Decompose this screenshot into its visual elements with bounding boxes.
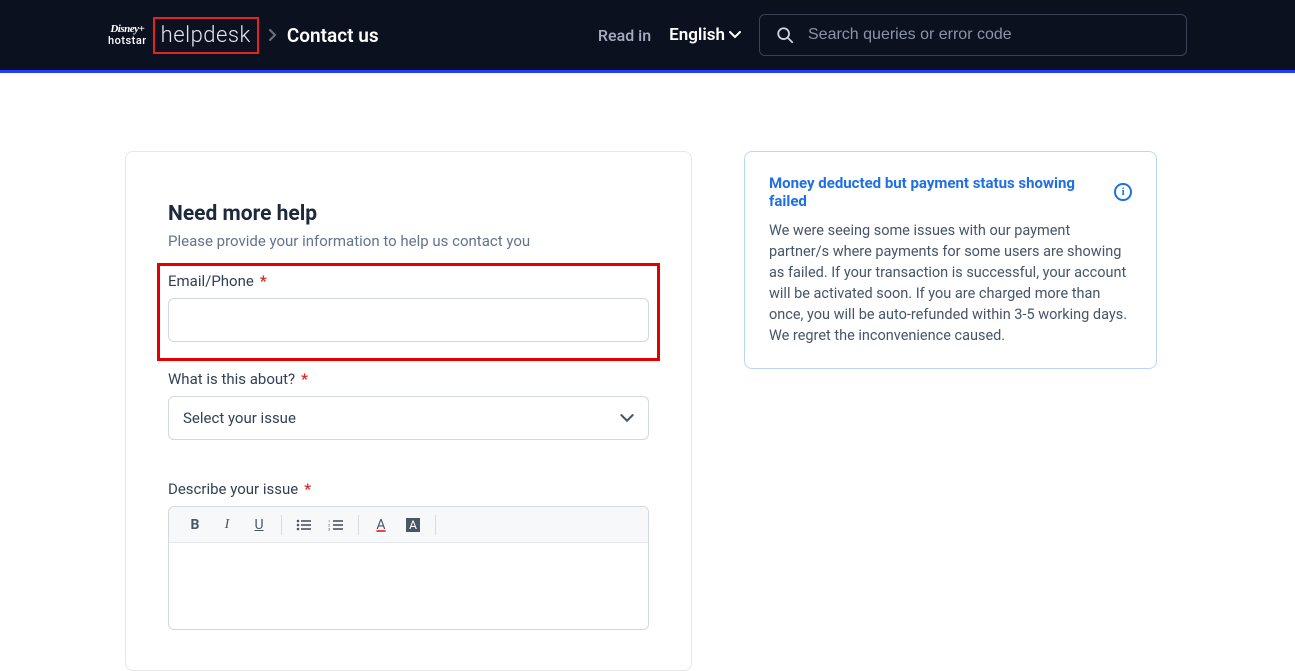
search-input[interactable]: [808, 26, 1170, 44]
form-subtitle: Please provide your information to help …: [168, 232, 649, 250]
underline-button[interactable]: U: [243, 512, 275, 538]
describe-field-block: Describe your issue* B I U 123 A: [168, 480, 649, 630]
helpdesk-label[interactable]: helpdesk: [153, 17, 259, 54]
breadcrumb-current: Contact us: [287, 24, 379, 47]
required-asterisk: *: [301, 370, 308, 388]
describe-label: Describe your issue*: [168, 480, 649, 498]
describe-textarea[interactable]: [169, 543, 648, 629]
italic-button[interactable]: I: [211, 512, 243, 538]
chevron-down-icon: [620, 414, 634, 423]
chevron-right-icon: [269, 29, 277, 41]
logo-block[interactable]: Disney+ hotstar helpdesk: [108, 17, 259, 54]
about-label: What is this about?*: [168, 370, 649, 388]
email-label: Email/Phone*: [168, 272, 649, 290]
issue-select[interactable]: Select your issue: [168, 396, 649, 440]
language-selector[interactable]: English: [669, 25, 741, 45]
email-field-highlight: Email/Phone*: [158, 264, 659, 360]
header-right: Read in English: [598, 14, 1187, 56]
toolbar-separator: [435, 515, 436, 535]
info-icon: i: [1114, 183, 1132, 201]
info-card: Money deducted but payment status showin…: [744, 151, 1157, 369]
contact-form-card: Need more help Please provide your infor…: [125, 151, 692, 671]
info-body: We were seeing some issues with our paym…: [769, 220, 1132, 346]
issue-select-value: Select your issue: [183, 409, 296, 427]
info-title[interactable]: Money deducted but payment status showin…: [769, 174, 1106, 210]
required-asterisk: *: [260, 272, 267, 290]
read-in-label: Read in: [598, 26, 651, 45]
search-icon: [776, 26, 794, 44]
bold-button[interactable]: B: [179, 512, 211, 538]
language-value: English: [669, 25, 725, 45]
toolbar-separator: [358, 515, 359, 535]
number-list-button[interactable]: 123: [320, 512, 352, 538]
about-field-block: What is this about?* Select your issue: [168, 370, 649, 440]
email-field[interactable]: [168, 298, 649, 342]
form-title: Need more help: [168, 202, 649, 226]
main-content: Need more help Please provide your infor…: [0, 73, 1295, 671]
info-header: Money deducted but payment status showin…: [769, 174, 1132, 210]
highlight-color-button[interactable]: A: [397, 512, 429, 538]
text-color-button[interactable]: A: [365, 512, 397, 538]
search-box[interactable]: [759, 14, 1187, 56]
brand-logo: Disney+ hotstar: [108, 24, 147, 46]
bullet-list-button[interactable]: [288, 512, 320, 538]
chevron-down-icon: [729, 31, 741, 39]
required-asterisk: *: [304, 480, 311, 498]
top-header: Disney+ hotstar helpdesk Contact us Read…: [0, 0, 1295, 73]
rich-text-editor: B I U 123 A A: [168, 506, 649, 630]
toolbar-separator: [281, 515, 282, 535]
svg-text:3: 3: [328, 526, 330, 531]
rte-toolbar: B I U 123 A A: [169, 507, 648, 543]
